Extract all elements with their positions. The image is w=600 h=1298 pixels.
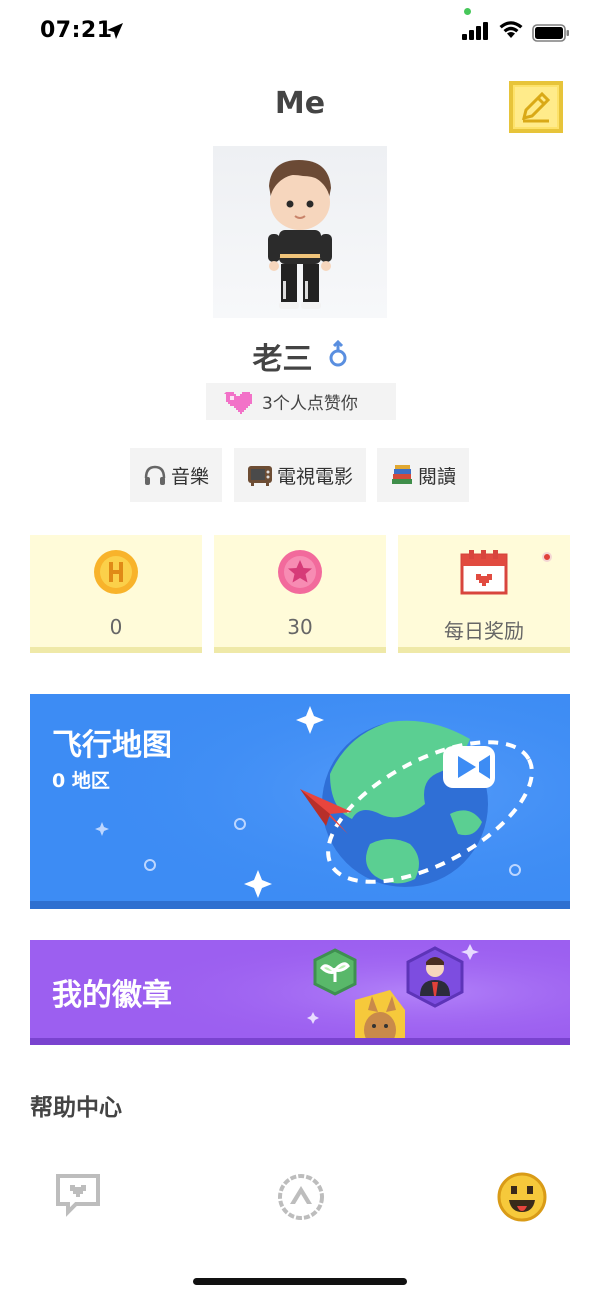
avatar-character-image — [268, 160, 332, 309]
tab-me[interactable] — [497, 1172, 547, 1226]
location-arrow-icon — [107, 23, 123, 39]
interest-label: 音樂 — [170, 465, 209, 488]
help-center-link[interactable]: 帮助中心 — [30, 1088, 122, 1122]
avatar[interactable] — [213, 146, 387, 318]
coin-balance-value: 0 — [109, 615, 123, 639]
interest-tag-music[interactable]: 音樂 — [130, 448, 222, 502]
home-indicator — [193, 1278, 407, 1285]
star-coin-icon — [278, 550, 322, 594]
likes-count: 3 — [262, 394, 273, 414]
smiley-face-icon — [497, 1172, 547, 1222]
cellular-signal-icon — [462, 22, 488, 40]
plane-up-icon — [278, 1174, 324, 1220]
username: 老三 — [252, 342, 313, 377]
books-icon — [391, 465, 412, 484]
headphones-icon — [144, 465, 166, 485]
pencil-edit-icon — [509, 81, 563, 133]
privacy-indicator-dot — [464, 8, 471, 15]
daily-reward-label: 每日奖励 — [444, 619, 524, 643]
likes-badge[interactable]: 3个人点赞你 — [206, 383, 396, 420]
tv-icon — [247, 466, 272, 486]
flight-map-region-count: 0 地区 — [52, 770, 110, 792]
likes-label: 个人点赞你 — [272, 394, 358, 414]
star-balance-value: 30 — [287, 615, 313, 639]
status-time: 07:21 — [40, 18, 113, 43]
status-bar: 07:21 — [0, 0, 600, 64]
wifi-icon — [499, 21, 523, 38]
interest-label: 閱讀 — [417, 465, 456, 488]
tab-messages[interactable] — [54, 1172, 102, 1222]
coin-balance-card[interactable]: 0 — [30, 535, 202, 653]
edit-profile-button[interactable] — [508, 80, 564, 134]
interest-label: 電視電影 — [276, 465, 353, 488]
interest-tag-reading[interactable]: 閱讀 — [377, 448, 469, 502]
battery-icon — [532, 24, 569, 42]
male-symbol-icon — [328, 339, 348, 372]
my-badges-card[interactable]: 我的徽章 — [30, 940, 570, 1045]
tab-flights[interactable] — [276, 1172, 326, 1226]
notification-dot — [542, 552, 552, 562]
chat-heart-icon — [56, 1174, 100, 1217]
flight-map-title: 飞行地图 — [52, 728, 172, 763]
h-coin-icon — [94, 550, 138, 594]
my-badges-title: 我的徽章 — [52, 978, 172, 1013]
username-row: 老三 — [0, 334, 600, 378]
pixel-heart-icon — [224, 391, 252, 414]
calendar-heart-icon — [460, 550, 508, 595]
interest-tag-tv-movies[interactable]: 電視電影 — [234, 448, 366, 502]
star-balance-card[interactable]: 30 — [214, 535, 386, 653]
flight-map-card[interactable]: 飞行地图 0 地区 — [30, 694, 570, 909]
